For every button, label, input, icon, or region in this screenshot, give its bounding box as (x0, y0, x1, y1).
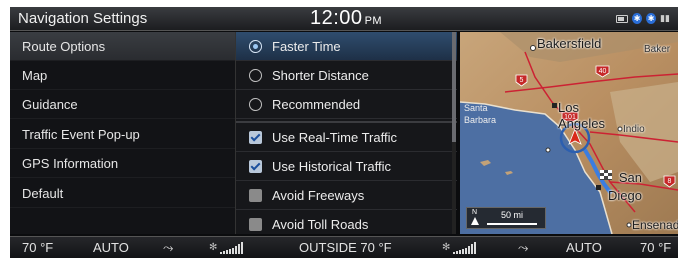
map-city-label: Baker (644, 44, 671, 55)
menu-item-map[interactable]: Map (10, 61, 235, 90)
passenger-temp[interactable]: 70 °F (640, 240, 671, 255)
menu-item-gps-information[interactable]: GPS Information (10, 149, 235, 178)
map-scale: N 50 mi (466, 207, 546, 229)
option-use-historical-traffic[interactable]: Use Historical Traffic (236, 152, 457, 181)
route-options-panel: Faster Time Shorter Distance Recommended… (235, 32, 457, 239)
option-label: Shorter Distance (272, 68, 369, 83)
option-label: Use Real-Time Traffic (272, 130, 397, 145)
option-recommended[interactable]: Recommended (236, 90, 457, 119)
map-preview[interactable]: 5 40 101 8 Bakersfield Baker Santa Barba… (460, 32, 678, 234)
scale-label: 50 mi (501, 210, 524, 220)
svg-text:8: 8 (668, 178, 672, 185)
option-label: Use Historical Traffic (272, 159, 391, 174)
settings-menu: Route Options Map Guidance Traffic Event… (10, 32, 235, 234)
battery-icon (616, 14, 629, 23)
radio-icon (249, 69, 262, 82)
menu-item-route-options[interactable]: Route Options (10, 32, 235, 61)
fan-speed-icon[interactable] (453, 242, 476, 254)
svg-text:40: 40 (599, 68, 607, 75)
passenger-auto[interactable]: AUTO (566, 240, 602, 255)
driver-auto[interactable]: AUTO (93, 240, 129, 255)
map-city-label: San Diego (608, 170, 642, 203)
checkbox-icon (249, 218, 262, 231)
option-label: Avoid Toll Roads (272, 217, 369, 232)
page-title: Navigation Settings (18, 10, 148, 27)
checkbox-checked-icon (249, 131, 262, 144)
map-graphic: 5 40 101 8 (460, 32, 678, 234)
airflow-icon[interactable]: ⤳ (518, 240, 528, 256)
map-city-label: Los Angeles (558, 100, 605, 131)
svg-text:5: 5 (520, 77, 524, 84)
map-city-label: Santa Barbara (464, 103, 497, 125)
airflow-icon[interactable]: ⤳ (163, 240, 173, 256)
option-label: Recommended (272, 97, 361, 112)
option-label: Faster Time (272, 39, 341, 54)
north-label: N (472, 209, 478, 216)
option-avoid-toll-roads[interactable]: Avoid Toll Roads (236, 210, 457, 239)
option-use-real-time-traffic[interactable]: Use Real-Time Traffic (236, 123, 457, 152)
menu-item-default[interactable]: Default (10, 179, 235, 208)
options-scrollbar[interactable] (452, 32, 456, 234)
status-icons: ✱ ✱ ▮▮ (616, 13, 670, 24)
outside-temp: OUTSIDE 70 °F (299, 240, 392, 255)
menu-item-traffic-event-popup[interactable]: Traffic Event Pop-up (10, 120, 235, 149)
fan-icon: ✻ (442, 242, 451, 253)
north-arrow-icon (471, 217, 479, 225)
map-city-label: Indio (623, 124, 645, 135)
bluetooth-icon: ✱ (632, 13, 643, 24)
option-shorter-distance[interactable]: Shorter Distance (236, 61, 457, 90)
bluetooth-audio-icon: ✱ (646, 13, 657, 24)
checkbox-checked-icon (249, 160, 262, 173)
climate-bar: 70 °F AUTO ⤳ ✻ OUTSIDE 70 °F ✻ ⤳ AUTO 70… (10, 236, 678, 258)
status-bar: Navigation Settings 12:00 PM ✱ ✱ ▮▮ (10, 7, 678, 31)
radio-icon (249, 98, 262, 111)
scrollbar-thumb[interactable] (452, 32, 456, 142)
option-label: Avoid Freeways (272, 188, 365, 203)
checkbox-icon (249, 189, 262, 202)
clock-time: 12:00 (310, 7, 363, 29)
signal-icon: ▮▮ (660, 13, 670, 23)
menu-item-guidance[interactable]: Guidance (10, 90, 235, 119)
driver-temp[interactable]: 70 °F (22, 240, 53, 255)
nav-settings-screen: Navigation Settings 12:00 PM ✱ ✱ ▮▮ Route… (10, 7, 678, 258)
clock-ampm: PM (364, 15, 383, 27)
map-city-label: Ensenad (632, 218, 678, 232)
fan-speed-icon[interactable] (220, 242, 243, 254)
map-city-label: Bakersfield (537, 36, 602, 51)
clock: 12:00 PM (310, 7, 382, 30)
option-avoid-freeways[interactable]: Avoid Freeways (236, 181, 457, 210)
fan-icon: ✻ (209, 242, 218, 253)
radio-selected-icon (249, 40, 262, 53)
scale-bar (487, 223, 537, 225)
option-faster-time[interactable]: Faster Time (236, 32, 457, 61)
